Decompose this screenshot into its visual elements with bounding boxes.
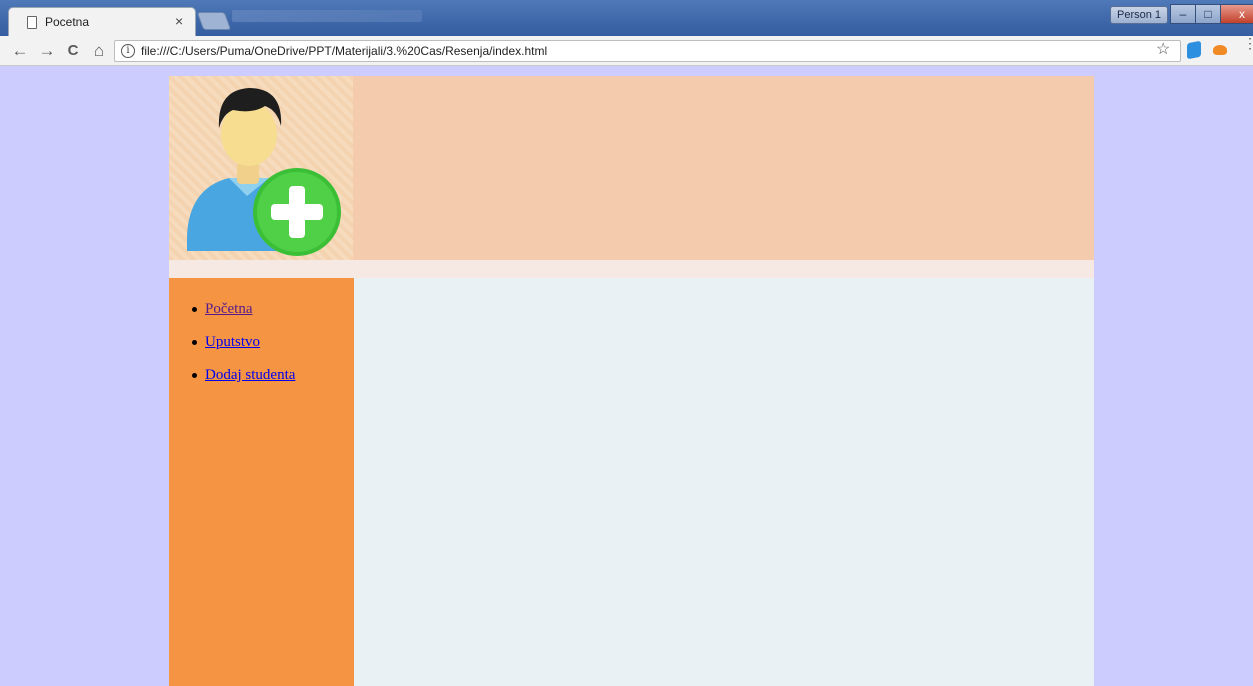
maximize-button[interactable]: □ (1195, 4, 1221, 24)
nav-link-dodaj-studenta[interactable]: Dodaj studenta (205, 367, 295, 383)
page-viewport: Početna Uputstvo Dodaj studenta (0, 67, 1253, 686)
new-tab-button[interactable] (196, 12, 232, 30)
main-content (354, 278, 1094, 686)
bookmark-star-icon[interactable]: ☆ (1156, 39, 1170, 59)
info-icon[interactable]: i (121, 44, 135, 58)
sidebar: Početna Uputstvo Dodaj studenta (169, 278, 354, 686)
url-text[interactable]: file:///C:/Users/Puma/OneDrive/PPT/Mater… (141, 44, 547, 58)
background-window-blur (232, 10, 422, 22)
extension-icon-orange[interactable] (1213, 45, 1227, 55)
close-window-button[interactable]: x (1220, 4, 1253, 24)
browser-menu-icon[interactable]: ⋮ (1243, 36, 1253, 50)
back-button[interactable]: ← (10, 41, 30, 61)
address-bar[interactable]: i file:///C:/Users/Puma/OneDrive/PPT/Mat… (114, 40, 1181, 62)
minimize-button[interactable]: – (1170, 4, 1196, 24)
header-divider (169, 260, 1094, 278)
extension-icon-blue[interactable] (1187, 40, 1201, 60)
browser-toolbar: ← → C ⌂ i file:///C:/Users/Puma/OneDrive… (0, 36, 1253, 66)
add-user-icon (169, 76, 353, 260)
list-item: Početna (189, 300, 295, 319)
forward-button[interactable]: → (37, 41, 57, 61)
list-item: Dodaj studenta (189, 366, 295, 385)
page-wrapper: Početna Uputstvo Dodaj studenta (169, 76, 1094, 686)
page-header (169, 76, 1094, 260)
nav-link-pocetna[interactable]: Početna (205, 301, 252, 317)
list-item: Uputstvo (189, 333, 295, 352)
nav-link-uputstvo[interactable]: Uputstvo (205, 334, 260, 350)
browser-tab-active[interactable]: Pocetna × (8, 7, 196, 36)
tab-title: Pocetna (45, 15, 90, 29)
tab-close-button[interactable]: × (175, 13, 183, 29)
sidebar-nav: Početna Uputstvo Dodaj studenta (189, 300, 295, 399)
reload-button[interactable]: C (63, 41, 83, 61)
page-icon (27, 16, 37, 29)
browser-title-bar: Pocetna × Person 1 – □ x (0, 0, 1253, 36)
home-button[interactable]: ⌂ (89, 41, 109, 61)
window-controls: – □ x (1170, 4, 1253, 26)
profile-button[interactable]: Person 1 (1110, 6, 1169, 24)
